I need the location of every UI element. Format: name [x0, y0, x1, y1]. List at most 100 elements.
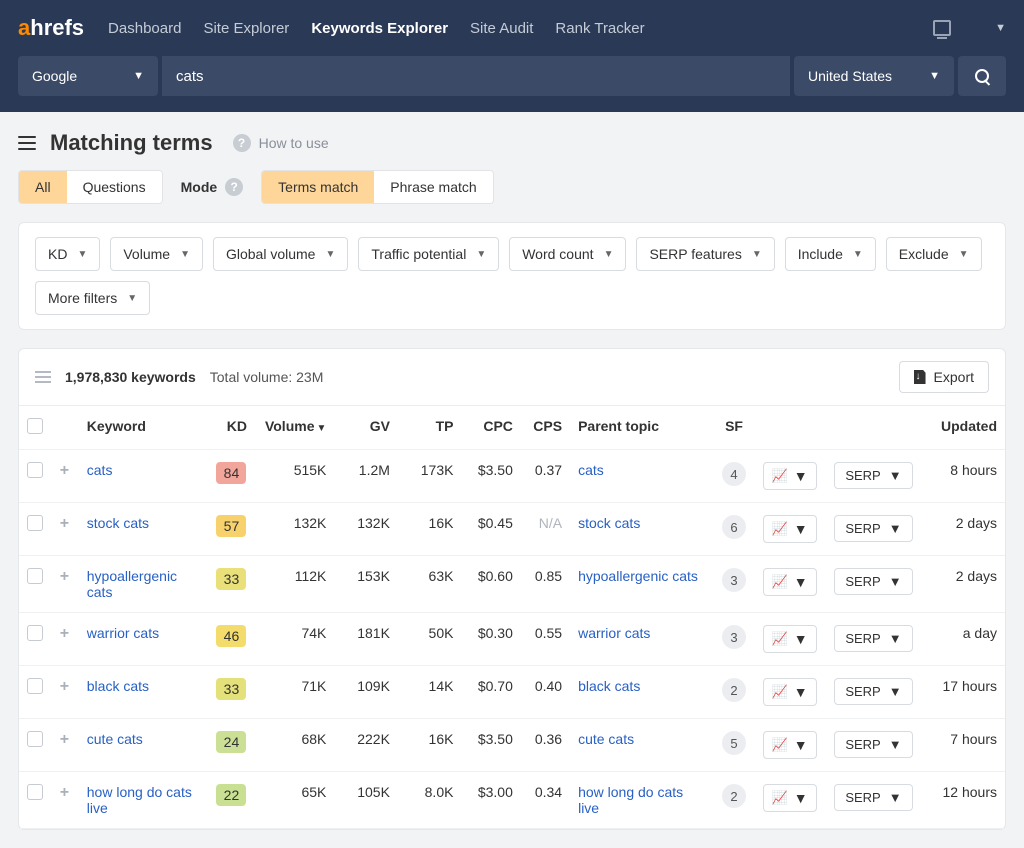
sf-pill[interactable]: 2 [722, 784, 746, 808]
parent-topic-link[interactable]: cute cats [578, 731, 634, 747]
col-tp[interactable]: TP [398, 406, 462, 450]
logo[interactable]: ahrefs [18, 15, 84, 41]
search-button[interactable] [958, 56, 1006, 96]
sidebar-toggle-icon[interactable] [18, 136, 36, 150]
volume-cell: 65K [255, 772, 334, 829]
filter-kd[interactable]: KD▼ [35, 237, 100, 271]
sf-pill[interactable]: 5 [722, 731, 746, 755]
chart-button[interactable]: 📈▼ [763, 515, 817, 543]
nav-rank-tracker[interactable]: Rank Tracker [555, 20, 644, 37]
engine-select[interactable]: Google ▼ [18, 56, 158, 96]
chart-button[interactable]: 📈▼ [763, 568, 817, 596]
row-checkbox[interactable] [27, 515, 43, 531]
sf-pill[interactable]: 2 [722, 678, 746, 702]
expand-icon[interactable]: + [60, 625, 69, 642]
serp-button[interactable]: SERP▼ [834, 462, 912, 489]
row-checkbox[interactable] [27, 462, 43, 478]
col-updated[interactable]: Updated [923, 406, 1005, 450]
row-checkbox[interactable] [27, 784, 43, 800]
chart-button[interactable]: 📈▼ [763, 625, 817, 653]
keyword-input[interactable] [162, 56, 790, 96]
density-icon[interactable] [35, 371, 51, 383]
col-parent[interactable]: Parent topic [570, 406, 713, 450]
chevron-down-icon: ▼ [604, 249, 614, 260]
keyword-link[interactable]: hypoallergenic cats [87, 568, 177, 600]
parent-topic-link[interactable]: stock cats [578, 515, 640, 531]
filter-more-filters[interactable]: More filters▼ [35, 281, 150, 315]
filter-volume[interactable]: Volume▼ [110, 237, 203, 271]
sf-pill[interactable]: 4 [722, 462, 746, 486]
row-checkbox[interactable] [27, 678, 43, 694]
sf-pill[interactable]: 3 [722, 625, 746, 649]
filter-word-count[interactable]: Word count▼ [509, 237, 626, 271]
filter-serp-features[interactable]: SERP features▼ [636, 237, 774, 271]
parent-topic-link[interactable]: warrior cats [578, 625, 650, 641]
tab-questions[interactable]: Questions [67, 171, 162, 203]
sf-pill[interactable]: 6 [722, 515, 746, 539]
keyword-link[interactable]: how long do cats live [87, 784, 192, 816]
serp-button[interactable]: SERP▼ [834, 515, 912, 542]
col-sf[interactable]: SF [714, 406, 755, 450]
nav-site-explorer[interactable]: Site Explorer [203, 20, 289, 37]
serp-button[interactable]: SERP▼ [834, 568, 912, 595]
total-volume: Total volume: 23M [210, 369, 324, 385]
chart-icon: 📈 [772, 684, 788, 700]
chart-button[interactable]: 📈▼ [763, 731, 817, 759]
row-checkbox[interactable] [27, 568, 43, 584]
expand-icon[interactable]: + [60, 731, 69, 748]
serp-button[interactable]: SERP▼ [834, 731, 912, 758]
expand-icon[interactable]: + [60, 515, 69, 532]
export-label: Export [934, 369, 974, 385]
parent-topic-link[interactable]: cats [578, 462, 604, 478]
expand-icon[interactable]: + [60, 462, 69, 479]
filter-include[interactable]: Include▼ [785, 237, 876, 271]
user-menu-chevron-icon[interactable]: ▼ [995, 22, 1006, 34]
serp-button[interactable]: SERP▼ [834, 625, 912, 652]
nav-site-audit[interactable]: Site Audit [470, 20, 533, 37]
chart-icon: 📈 [772, 631, 788, 647]
nav-dashboard[interactable]: Dashboard [108, 20, 181, 37]
tab-terms-match[interactable]: Terms match [262, 171, 374, 203]
col-cps[interactable]: CPS [521, 406, 570, 450]
expand-icon[interactable]: + [60, 568, 69, 585]
keyword-link[interactable]: black cats [87, 678, 149, 694]
serp-button[interactable]: SERP ▼ [834, 678, 912, 705]
select-all-checkbox[interactable] [27, 418, 43, 434]
keyword-count: 1,978,830 keywords [65, 369, 196, 385]
parent-topic-link[interactable]: black cats [578, 678, 640, 694]
country-select[interactable]: United States ▼ [794, 56, 954, 96]
filter-global-volume[interactable]: Global volume▼ [213, 237, 348, 271]
serp-label: SERP [845, 684, 880, 699]
tab-phrase-match[interactable]: Phrase match [374, 171, 492, 203]
chevron-down-icon: ▼ [889, 684, 902, 699]
filter-label: Volume [123, 246, 170, 262]
col-keyword[interactable]: Keyword [79, 406, 208, 450]
row-checkbox[interactable] [27, 731, 43, 747]
keyword-link[interactable]: cats [87, 462, 113, 478]
serp-button[interactable]: SERP▼ [834, 784, 912, 811]
sf-pill[interactable]: 3 [722, 568, 746, 592]
nav-keywords-explorer[interactable]: Keywords Explorer [311, 20, 448, 37]
expand-icon[interactable]: + [60, 678, 69, 695]
export-button[interactable]: Export [899, 361, 989, 393]
help-icon[interactable]: ? [225, 178, 243, 196]
monitor-icon[interactable] [933, 20, 951, 36]
col-kd[interactable]: KD [208, 406, 255, 450]
filter-traffic-potential[interactable]: Traffic potential▼ [358, 237, 499, 271]
cpc-cell: $3.50 [461, 450, 520, 503]
tab-all[interactable]: All [19, 171, 67, 203]
chart-button[interactable]: 📈▼ [763, 462, 817, 490]
col-cpc[interactable]: CPC [461, 406, 520, 450]
parent-topic-link[interactable]: how long do cats live [578, 784, 683, 816]
how-to-use-link[interactable]: ? How to use [233, 134, 329, 152]
expand-icon[interactable]: + [60, 784, 69, 801]
row-checkbox[interactable] [27, 625, 43, 641]
keyword-link[interactable]: warrior cats [87, 625, 159, 641]
col-volume[interactable]: Volume▼ [255, 406, 334, 450]
chart-button[interactable]: 📈▼ [763, 678, 817, 706]
keyword-link[interactable]: stock cats [87, 515, 149, 531]
filter-exclude[interactable]: Exclude▼ [886, 237, 982, 271]
keyword-link[interactable]: cute cats [87, 731, 143, 747]
col-gv[interactable]: GV [334, 406, 398, 450]
parent-topic-link[interactable]: hypoallergenic cats [578, 568, 698, 584]
